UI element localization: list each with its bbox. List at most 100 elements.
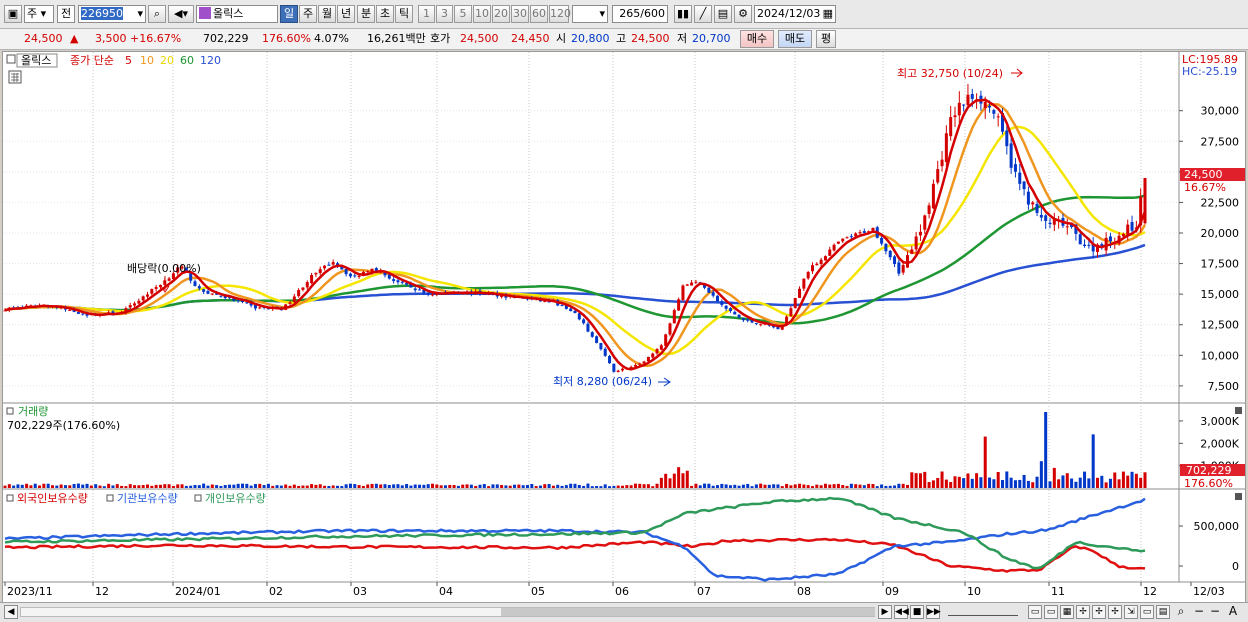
candle-body: [154, 287, 158, 289]
eval-button[interactable]: 평: [816, 30, 836, 48]
candle-body: [992, 110, 996, 114]
xtick-label: 07: [697, 585, 711, 598]
candle-body: [754, 323, 758, 325]
date-input[interactable]: 2024/12/03 ▦: [754, 5, 836, 23]
layout-1-icon[interactable]: ▭: [1028, 605, 1042, 619]
stock-code-input[interactable]: 226950 ▾: [78, 5, 146, 23]
tool-a-icon[interactable]: ✢: [1092, 605, 1106, 619]
volume-panel-menu-icon[interactable]: [6, 407, 14, 415]
volume-bar: [586, 483, 590, 488]
speaker-icon[interactable]: ◀▾: [168, 5, 194, 23]
horizontal-scrollbar[interactable]: [20, 607, 875, 617]
price-ytick-label: 22,500: [1201, 196, 1240, 209]
interval-button-1[interactable]: 1: [418, 5, 435, 23]
candle-body: [888, 250, 892, 258]
volume-bar: [1000, 480, 1005, 488]
volume-bar: [392, 484, 396, 488]
crosshair-icon[interactable]: ✢: [1076, 605, 1090, 619]
holding-panel-menu-icon[interactable]: [6, 494, 14, 502]
candle-body: [690, 282, 694, 286]
stock-name-field[interactable]: 올릭스: [196, 5, 278, 23]
volume-bar: [525, 485, 530, 488]
candle-type-icon[interactable]: ▮▮: [674, 5, 692, 23]
volume-bar: [158, 484, 162, 488]
stock-chart[interactable]: 30,00027,50025,00022,50020,00017,50015,0…: [3, 52, 1245, 602]
period-button-2[interactable]: 주: [299, 5, 317, 23]
tool-e-icon[interactable]: ▤: [1156, 605, 1170, 619]
prev-button[interactable]: 전: [57, 5, 75, 23]
volume-bar: [715, 485, 720, 488]
stop-icon[interactable]: ■: [910, 605, 924, 619]
sell-button[interactable]: 매도: [778, 30, 812, 48]
volume-bar: [1026, 480, 1030, 488]
candle-body: [728, 308, 732, 312]
font-size-icon[interactable]: A: [1226, 605, 1240, 619]
scrollbar-thumb[interactable]: [501, 608, 875, 616]
period-button-6[interactable]: 초: [376, 5, 394, 23]
candle-body: [301, 287, 305, 290]
volume-bar: [1061, 475, 1065, 488]
window-menu-icon[interactable]: ▣: [4, 5, 22, 23]
volume-bar: [508, 485, 512, 488]
save-icon[interactable]: ▤: [714, 5, 732, 23]
volume-bar: [111, 485, 115, 488]
interval-button-120[interactable]: 120: [549, 5, 571, 23]
tool-d-icon[interactable]: ▭: [1140, 605, 1154, 619]
layout-2-icon[interactable]: ▭: [1044, 605, 1058, 619]
candle-body: [323, 265, 327, 269]
volume-bar: [29, 485, 33, 488]
volume-bar: [677, 467, 681, 488]
holding-panel-close-icon[interactable]: [1235, 493, 1242, 500]
interval-button-20[interactable]: 20: [492, 5, 510, 23]
interval-button-5[interactable]: 5: [454, 5, 472, 23]
volume-bar: [1018, 479, 1022, 488]
first-page-icon[interactable]: ◀◀: [894, 605, 909, 619]
legend-foreign: 외국인보유수량: [17, 492, 88, 505]
count-input[interactable]: 265/600: [612, 5, 668, 23]
volume-bar: [413, 484, 417, 488]
interval-custom-input[interactable]: ▾: [572, 5, 608, 23]
scroll-left-icon[interactable]: ◀: [4, 605, 18, 619]
tool-b-icon[interactable]: ✢: [1108, 605, 1122, 619]
zoom-out-icon[interactable]: −: [1192, 605, 1206, 619]
volume-bar: [1013, 480, 1017, 488]
volume-bar: [664, 473, 668, 488]
interval-button-3[interactable]: 3: [436, 5, 453, 23]
tool-c-icon[interactable]: ⇲: [1124, 605, 1138, 619]
volume-bar: [46, 483, 50, 488]
search-icon[interactable]: ⌕: [148, 5, 166, 23]
layout-3-icon[interactable]: ▦: [1060, 605, 1074, 619]
scroll-right-icon[interactable]: ▶: [878, 605, 892, 619]
period-button-1[interactable]: 일: [280, 5, 298, 23]
panel-menu-icon[interactable]: [6, 54, 16, 64]
period-button-3[interactable]: 월: [318, 5, 336, 23]
candle-body: [880, 237, 884, 244]
zoom-icon[interactable]: ⌕: [1174, 605, 1188, 619]
chart-area[interactable]: 30,00027,50025,00022,50020,00017,50015,0…: [2, 51, 1246, 603]
volume-bar: [815, 484, 819, 488]
calendar-icon[interactable]: ▦: [823, 6, 833, 22]
interval-button-10[interactable]: 10: [473, 5, 491, 23]
zoom-slider[interactable]: [948, 609, 1018, 616]
period-button-7[interactable]: 틱: [395, 5, 413, 23]
candle-body: [832, 244, 836, 251]
volume-bar: [133, 485, 137, 488]
volume-bar: [422, 484, 426, 488]
buy-button[interactable]: 매수: [740, 30, 774, 48]
period-button-4[interactable]: 년: [337, 5, 355, 23]
zoom-reset-icon[interactable]: −: [1208, 605, 1222, 619]
volume-bar: [966, 473, 970, 488]
market-select[interactable]: 주 ▾: [24, 5, 54, 23]
volume-panel-close-icon[interactable]: [1235, 407, 1242, 414]
interval-button-30[interactable]: 30: [511, 5, 529, 23]
period-button-5[interactable]: 분: [357, 5, 375, 23]
gear-icon[interactable]: ⚙: [734, 5, 752, 23]
interval-button-60[interactable]: 60: [530, 5, 548, 23]
xtick-label: 08: [797, 585, 811, 598]
last-page-icon[interactable]: ▶▶: [926, 605, 941, 619]
stock-name-value: 올릭스: [213, 7, 244, 20]
candle-body: [560, 305, 564, 307]
draw-tool-icon[interactable]: ╱: [694, 5, 712, 23]
volume-bar: [867, 483, 871, 488]
candle-body: [737, 314, 741, 318]
